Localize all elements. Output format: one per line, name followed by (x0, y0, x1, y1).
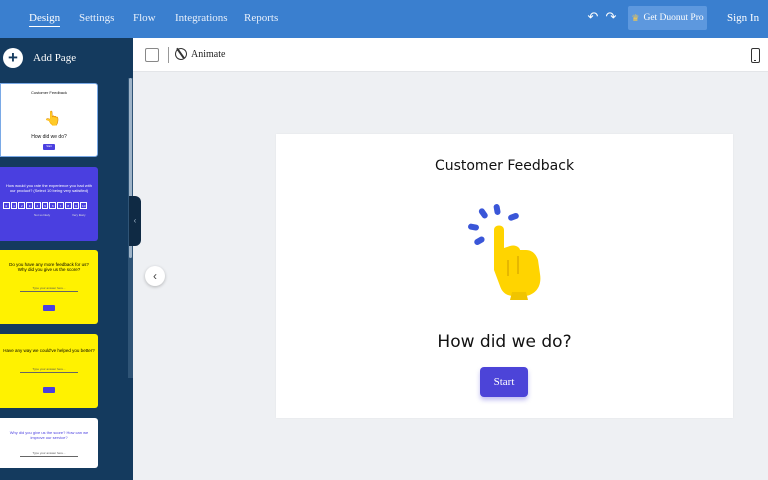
scale-cell: 2 (18, 202, 26, 209)
page-thumbnail-2[interactable]: How would you rate the experience you ha… (0, 167, 98, 241)
mobile-preview-icon[interactable] (751, 48, 760, 63)
collapse-sidebar-handle[interactable]: ‹ (129, 196, 141, 246)
tab-flow[interactable]: Flow (133, 12, 156, 24)
editor-toolbar: Animate (133, 38, 768, 72)
start-button[interactable]: Start (480, 367, 528, 397)
plus-icon: + (3, 48, 23, 68)
thumbnail-answer-input: Type your answer here... (20, 286, 78, 292)
scale-cell: 8 (64, 202, 72, 209)
thumbnail-text: Why did you give us the score? How can w… (9, 430, 89, 440)
animate-button[interactable]: Animate (172, 45, 226, 63)
thumbnail-answer-input: Type your answer here... (20, 367, 78, 373)
page-thumbnail-3[interactable]: Do you have any more feedback for us? Wh… (0, 250, 98, 324)
animate-icon (172, 45, 190, 63)
animate-label: Animate (191, 48, 226, 60)
undo-icon[interactable]: ↶ (586, 10, 600, 24)
previous-page-button[interactable]: ‹ (145, 266, 165, 286)
scale-cell: 0 (3, 202, 10, 209)
tab-design[interactable]: Design (29, 12, 61, 27)
sign-in-link[interactable]: Sign In (727, 12, 759, 24)
toolbar-divider (168, 47, 169, 63)
get-pro-label: Get Duonut Pro (643, 13, 704, 23)
scale-cell: 3 (26, 202, 33, 209)
scale-cell: 4 (33, 202, 41, 209)
scale-cell: 6 (49, 202, 57, 209)
thumbnail-button (43, 305, 55, 311)
scale-cell: 1 (10, 202, 18, 209)
scale-cell: 9 (72, 202, 80, 209)
rating-scale: 0 1 2 3 4 5 6 7 8 9 10 (3, 202, 88, 209)
page-question[interactable]: How did we do? (276, 332, 733, 352)
thumbnail-start-button: Start (43, 144, 55, 150)
page-thumbnail-4[interactable]: Have any way we could've helped you bett… (0, 334, 98, 408)
tab-integrations[interactable]: Integrations (175, 12, 228, 24)
page-thumbnail-5[interactable]: Why did you give us the score? How can w… (0, 418, 98, 468)
thumbnail-button (43, 387, 55, 393)
scale-high-label: Very likely (72, 213, 86, 217)
add-page-button[interactable]: + Add Page (3, 48, 76, 68)
page-thumbnail-1[interactable]: Customer Feedback 👆 How did we do? Start (0, 83, 98, 157)
scale-low-label: Not so likely (34, 213, 51, 217)
thumbnail-answer-input: Type your answer here... (20, 451, 78, 457)
page-canvas-card: Customer Feedback How did we do? Start (276, 134, 733, 418)
pointing-hand-icon: 👆 (44, 110, 62, 126)
thumbnail-text: Have any way we could've helped you bett… (3, 348, 95, 353)
scale-cell: 7 (57, 202, 64, 209)
tab-reports[interactable]: Reports (244, 12, 278, 24)
page-sidebar: + Add Page Customer Feedback 👆 How did w… (0, 38, 133, 480)
select-checkbox[interactable] (145, 48, 159, 62)
thumbnail-text: Do you have any more feedback for us? Wh… (9, 262, 89, 272)
pointing-hand-icon[interactable] (464, 200, 548, 300)
tab-settings[interactable]: Settings (79, 12, 114, 24)
scale-cell: 10 (80, 202, 88, 209)
get-pro-button[interactable]: ♛ Get Duonut Pro (628, 6, 707, 30)
redo-icon[interactable]: ↷ (604, 10, 618, 24)
thumbnail-title: Customer Feedback (30, 90, 67, 95)
add-page-label: Add Page (33, 52, 77, 64)
top-navigation-bar: Design Settings Flow Integrations Report… (0, 0, 768, 38)
scale-cell: 5 (41, 202, 49, 209)
page-title[interactable]: Customer Feedback (276, 158, 733, 174)
thumbnail-text: How would you rate the experience you ha… (5, 183, 93, 193)
crown-icon: ♛ (631, 12, 640, 23)
thumbnail-question: How did we do? (31, 134, 67, 140)
